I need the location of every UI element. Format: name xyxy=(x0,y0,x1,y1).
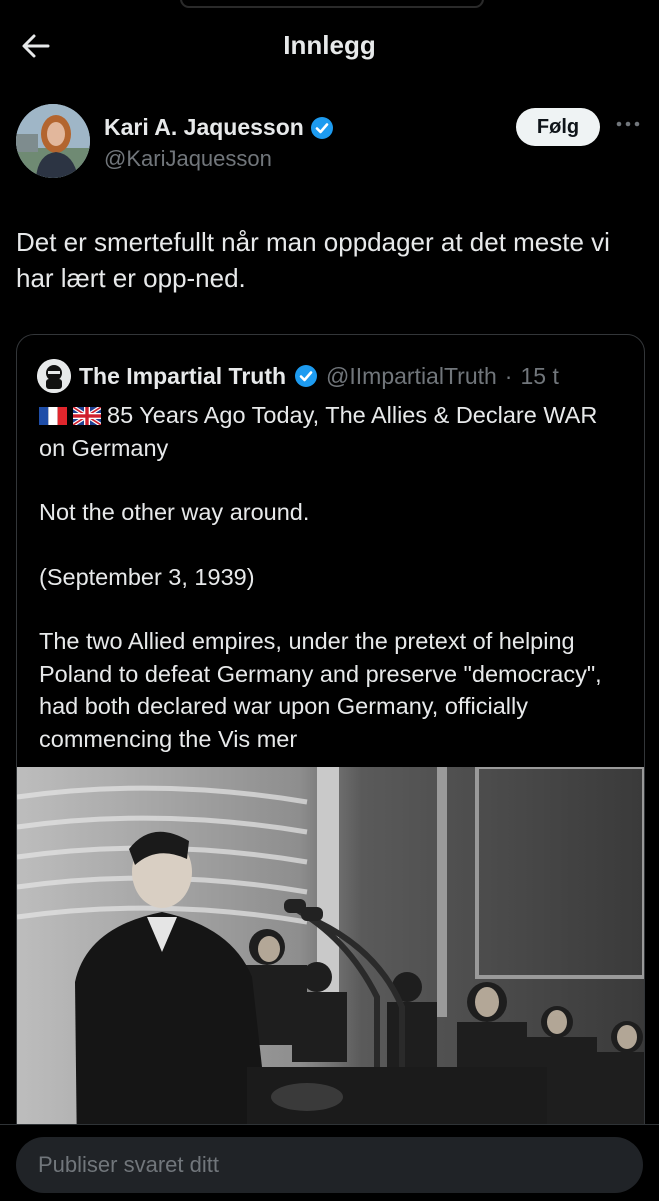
quoted-author-name[interactable]: The Impartial Truth xyxy=(79,363,286,390)
post-author: Kari A. Jaquesson @KariJaquesson Følg xyxy=(16,104,646,184)
meta-separator: · xyxy=(504,362,513,389)
verified-badge-icon xyxy=(295,365,318,387)
reply-bar xyxy=(0,1124,659,1201)
uk-flag-icon xyxy=(73,407,101,425)
top-bar: Innlegg xyxy=(0,0,659,92)
follow-button[interactable]: Følg xyxy=(516,108,600,146)
quoted-paragraph-3: (September 3, 1939) xyxy=(39,563,255,590)
verified-badge-icon xyxy=(310,116,333,139)
page-title: Innlegg xyxy=(283,30,376,60)
quoted-post-body: 85 Years Ago Today, The Allies & Declare… xyxy=(39,399,629,755)
quoted-paragraph-2: Not the other way around. xyxy=(39,499,310,525)
quoted-post-header: The Impartial Truth @IImpartialTruth · 1… xyxy=(37,359,559,393)
more-button[interactable] xyxy=(614,114,642,134)
france-flag-icon xyxy=(39,407,67,425)
quoted-time[interactable]: 15 t xyxy=(520,363,558,390)
quoted-paragraph-4: The two Allied empires, under the pretex… xyxy=(39,625,629,755)
quoted-paragraph-4-text: The two Allied empires, under the pretex… xyxy=(39,628,602,752)
author-handle[interactable]: @KariJaquesson xyxy=(104,146,272,172)
quoted-headline: 85 Years Ago Today, The Allies & Declare… xyxy=(39,402,598,461)
avatar[interactable] xyxy=(16,104,90,178)
quoted-avatar[interactable] xyxy=(37,359,71,393)
show-more-link[interactable]: Vis mer xyxy=(218,726,297,752)
ellipsis-icon xyxy=(616,121,640,127)
quoted-paragraph-1: 85 Years Ago Today, The Allies & Declare… xyxy=(39,399,629,464)
post-text: Det er smertefullt når man oppdager at d… xyxy=(16,227,610,293)
author-name-row: Kari A. Jaquesson xyxy=(104,114,334,141)
quoted-post[interactable]: The Impartial Truth @IImpartialTruth · 1… xyxy=(16,334,645,1156)
quoted-author-handle[interactable]: @IImpartialTruth xyxy=(326,363,497,390)
quoted-photo[interactable] xyxy=(17,765,644,1155)
author-name[interactable]: Kari A. Jaquesson xyxy=(104,114,304,141)
reply-input[interactable] xyxy=(16,1137,643,1193)
